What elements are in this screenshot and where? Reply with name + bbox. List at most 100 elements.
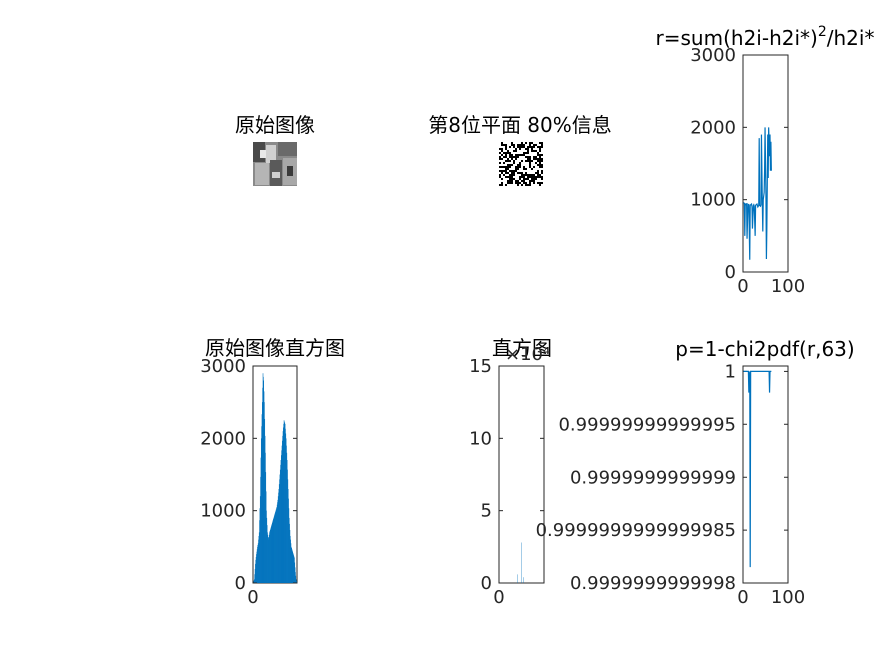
bitplane-pixel [531, 146, 533, 148]
bitplane-pixel [503, 162, 505, 164]
bitplane-pixel [527, 158, 529, 160]
bitplane-pixel [501, 158, 503, 160]
bitplane-pixel [509, 170, 511, 172]
bitplane-pixel [523, 146, 525, 148]
bitplane-pixel [503, 166, 505, 168]
bitplane-pixel [531, 150, 533, 152]
bitplane-pixel [533, 150, 535, 152]
bitplane-pixel [539, 182, 541, 184]
bitplane-pixel [539, 184, 541, 186]
bitplane-pixel [499, 166, 501, 168]
bitplane-pixel [525, 168, 527, 170]
bitplane-pixel [541, 144, 543, 146]
y-tick-label: 0.9999999999998 [570, 573, 736, 594]
bitplane-pixel [499, 158, 501, 160]
bitplane-pixel [507, 152, 509, 154]
bitplane-pixel [511, 164, 513, 166]
bitplane-pixel [519, 144, 521, 146]
original-image-title: 原始图像 [235, 113, 315, 137]
bitplane-pixel [525, 184, 527, 186]
bitplane-pixel [501, 166, 503, 168]
bitplane-pixel [525, 148, 527, 150]
bitplane-pixel [517, 172, 519, 174]
bitplane-pixel [513, 174, 515, 176]
bitplane-pixel [525, 174, 527, 176]
bitplane-pixel [533, 156, 535, 158]
y-tick-label: 0.9999999999999 [570, 467, 736, 488]
bitplane-pixel [509, 182, 511, 184]
bitplane-pixel [501, 178, 503, 180]
x-tick-label: 100 [771, 276, 805, 297]
bitplane-pixel [537, 164, 539, 166]
bitplane-pixel [501, 148, 503, 150]
original-image-panel: 原始图像 [235, 113, 315, 186]
bitplane-pixel [505, 168, 507, 170]
bitplane-pixel [503, 156, 505, 158]
bitplane-pixel [539, 176, 541, 178]
bitplane-pixel [507, 158, 509, 160]
bitplane-pixel [515, 156, 517, 158]
y-tick-label: 0.99999999999995 [558, 414, 736, 435]
bitplane-pixel [511, 180, 513, 182]
bitplane-pixel [541, 146, 543, 148]
bitplane-pixel [527, 174, 529, 176]
bitplane-pixel [535, 172, 537, 174]
bitplane-pixel [539, 146, 541, 148]
bitplane-pixel [521, 184, 523, 186]
y-tick-label: 5 [481, 501, 492, 522]
bitplane-pixel [507, 172, 509, 174]
bitplane-panel: 第8位平面 80%信息 [428, 113, 612, 186]
bitplane-pixel [511, 178, 513, 180]
bitplane-pixel [527, 156, 529, 158]
bitplane-pixel [539, 142, 541, 144]
bitplane-pixel [531, 160, 533, 162]
bitplane-pixel [541, 170, 543, 172]
bitplane-pixel [531, 168, 533, 170]
r-plot-title: r=sum(h2i-h2i*)2/h2i* [656, 24, 875, 50]
bitplane-pixel [505, 154, 507, 156]
bitplane-pixel [535, 178, 537, 180]
bitplane-pixel [529, 174, 531, 176]
y-tick-label: 2000 [690, 117, 736, 138]
bitplane-pixel [523, 168, 525, 170]
bitplane-pixel [507, 182, 509, 184]
bitplane-pixel [509, 166, 511, 168]
bitplane-pixel [517, 166, 519, 168]
bitplane-pixel [505, 152, 507, 154]
p-plot: p=1-chi2pdf(r,63) 0.9999999999998 0.99999… [536, 337, 855, 608]
bitplane-pixel [513, 178, 515, 180]
bitplane-title: 第8位平面 80%信息 [428, 113, 612, 137]
bitplane-pixel [509, 180, 511, 182]
bitplane-pixel [517, 144, 519, 146]
bitplane-pixel [521, 176, 523, 178]
bitplane-pixel [505, 176, 507, 178]
bitplane-pixel [505, 160, 507, 162]
bitplane-pixel [515, 180, 517, 182]
bitplane-pixel [527, 152, 529, 154]
bitplane-pixel [533, 144, 535, 146]
bitplane-pixel [509, 164, 511, 166]
x-tick-label: 100 [771, 587, 805, 608]
r-plot-title-sup: 2 [818, 24, 827, 40]
bitplane-pixel [519, 154, 521, 156]
bitplane-pixel [505, 184, 507, 186]
bitplane-pixel [525, 160, 527, 162]
bitplane-pixel [529, 182, 531, 184]
bitplane-pixel [521, 146, 523, 148]
bitplane-pixel [537, 172, 539, 174]
y-tick-label: 10 [469, 428, 492, 449]
bitplane-pixel [531, 174, 533, 176]
r-plot-title-base: r=sum(h2i-h2i*) [656, 26, 818, 50]
bitplane-pixel [535, 156, 537, 158]
y-tick-label: 1 [725, 361, 736, 382]
bitplane-pixel [503, 144, 505, 146]
bitplane-pixel [529, 144, 531, 146]
bitplane-pixel [523, 182, 525, 184]
bitplane-pixel [519, 166, 521, 168]
x-tick-label: 0 [247, 587, 258, 608]
bitplane-pixel [523, 166, 525, 168]
bitplane-pixel [521, 180, 523, 182]
bitplane-pixel [505, 144, 507, 146]
bitplane-pixel [501, 170, 503, 172]
bitplane-pixel [507, 166, 509, 168]
